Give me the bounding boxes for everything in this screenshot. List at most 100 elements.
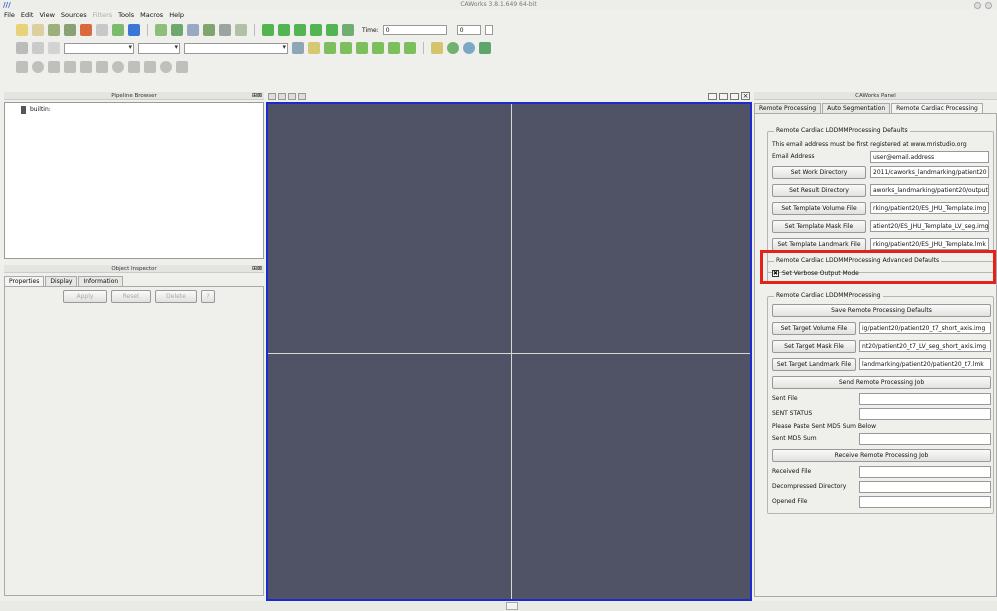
color-legend-icon[interactable] <box>16 42 28 54</box>
target-mask-field[interactable]: nt20/patient20_t7_LV_seg_short_axis.img <box>859 340 991 352</box>
filter-icon-4[interactable] <box>340 42 352 54</box>
tool-icon-10[interactable] <box>160 61 172 73</box>
tool-icon-3[interactable] <box>48 61 60 73</box>
interact-icon[interactable] <box>219 24 231 36</box>
template-mask-field[interactable]: atient20/ES_JHU_Template_LV_seg.img <box>870 220 989 232</box>
menu-tools[interactable]: Tools <box>118 10 134 20</box>
reset-camera-icon[interactable] <box>155 24 167 36</box>
tool-icon-4[interactable] <box>64 61 76 73</box>
result-directory-field[interactable]: aworks_landmarking/patient20/output <box>870 184 989 196</box>
set-result-directory-button[interactable]: Set Result Directory <box>772 184 866 197</box>
target-volume-field[interactable]: ig/patient20/patient20_t7_short_axis.img <box>859 322 991 334</box>
clip-icon[interactable] <box>463 42 475 54</box>
coloring-select[interactable] <box>64 42 134 54</box>
close-view-icon[interactable]: × <box>741 92 750 100</box>
contour-icon[interactable] <box>447 42 459 54</box>
tool-icon-6[interactable] <box>96 61 108 73</box>
send-job-button[interactable]: Send Remote Processing Job <box>772 376 991 389</box>
set-work-directory-button[interactable]: Set Work Directory <box>772 166 866 179</box>
set-template-mask-button[interactable]: Set Template Mask File <box>772 220 866 233</box>
memory-inspector-icon[interactable] <box>506 602 518 610</box>
tool-icon-9[interactable] <box>144 61 156 73</box>
tab-information[interactable]: Information <box>78 276 124 286</box>
menu-filters[interactable]: Filters <box>93 10 112 20</box>
decompressed-dir-field[interactable] <box>859 481 991 493</box>
filter-icon-8[interactable] <box>404 42 416 54</box>
last-frame-icon[interactable] <box>326 24 338 36</box>
sent-md5-field[interactable] <box>859 433 991 445</box>
tool-icon-1[interactable] <box>16 61 28 73</box>
menu-file[interactable]: File <box>4 10 15 20</box>
next-frame-icon[interactable] <box>310 24 322 36</box>
tab-display[interactable]: Display <box>45 276 78 286</box>
first-frame-icon[interactable] <box>262 24 274 36</box>
zoom-data-icon[interactable] <box>171 24 183 36</box>
view-icon-3[interactable] <box>288 93 296 100</box>
template-volume-field[interactable]: rking/patient20/ES_JHU_Template.img <box>870 202 989 214</box>
dock-float-close-icon[interactable]: ⊞⊠ <box>252 92 262 99</box>
filter-icon-1[interactable] <box>292 42 304 54</box>
target-landmark-field[interactable]: landmarking/patient20/patient20_t7.lmk <box>859 358 991 370</box>
menu-macros[interactable]: Macros <box>140 10 163 20</box>
representation-select[interactable] <box>184 42 288 54</box>
tool-icon-7[interactable] <box>112 61 124 73</box>
component-select[interactable] <box>138 42 180 54</box>
view-icon-1[interactable] <box>268 93 276 100</box>
loop-icon[interactable] <box>342 24 354 36</box>
pipeline-tree[interactable]: builtin: <box>4 102 264 259</box>
time-input[interactable]: 0 <box>382 25 447 35</box>
filter-icon-3[interactable] <box>324 42 336 54</box>
maximize-view-icon[interactable] <box>730 93 739 100</box>
menu-edit[interactable]: Edit <box>21 10 34 20</box>
connect-icon[interactable] <box>48 24 60 36</box>
camera-icon[interactable] <box>112 24 124 36</box>
spin-arrows-icon[interactable] <box>484 25 493 35</box>
set-target-landmark-button[interactable]: Set Target Landmark File <box>772 358 856 371</box>
sent-file-field[interactable] <box>859 393 991 405</box>
reset-button[interactable]: Reset <box>111 290 151 303</box>
set-template-volume-button[interactable]: Set Template Volume File <box>772 202 866 215</box>
undo-icon[interactable] <box>80 24 92 36</box>
tool-icon-5[interactable] <box>80 61 92 73</box>
tab-remote-processing[interactable]: Remote Processing <box>754 103 822 113</box>
save-icon[interactable] <box>32 24 44 36</box>
filter-icon-7[interactable] <box>388 42 400 54</box>
calculator-icon[interactable] <box>431 42 443 54</box>
split-vertical-icon[interactable] <box>719 93 728 100</box>
pick-center-icon[interactable] <box>203 24 215 36</box>
filter-icon-5[interactable] <box>356 42 368 54</box>
axes-icon[interactable] <box>235 24 247 36</box>
tool-icon-11[interactable] <box>176 61 188 73</box>
redo-icon[interactable] <box>96 24 108 36</box>
view-icon-2[interactable] <box>278 93 286 100</box>
tool-icon-8[interactable] <box>128 61 140 73</box>
open-icon[interactable] <box>16 24 28 36</box>
pipeline-root-item[interactable]: builtin: <box>30 106 51 113</box>
email-field[interactable]: user@email.address <box>870 151 989 163</box>
slice-icon[interactable] <box>479 42 491 54</box>
sent-status-field[interactable] <box>859 408 991 420</box>
dock-float-close-icon[interactable]: ⊞⊠ <box>252 265 262 272</box>
menu-view[interactable]: View <box>39 10 54 20</box>
edit-color-map-icon[interactable] <box>32 42 44 54</box>
tab-properties[interactable]: Properties <box>4 276 45 286</box>
disconnect-icon[interactable] <box>64 24 76 36</box>
help-icon[interactable] <box>128 24 140 36</box>
set-target-mask-button[interactable]: Set Target Mask File <box>772 340 856 353</box>
previous-frame-icon[interactable] <box>278 24 290 36</box>
work-directory-field[interactable]: 2011/caworks_landmarking/patient20 <box>870 166 989 178</box>
tab-auto-segmentation[interactable]: Auto Segmentation <box>822 103 891 113</box>
opened-file-field[interactable] <box>859 496 991 508</box>
receive-job-button[interactable]: Receive Remote Processing Job <box>772 449 991 462</box>
minimize-button[interactable] <box>974 2 981 9</box>
tool-icon-2[interactable] <box>32 61 44 73</box>
template-landmark-field[interactable]: rking/patient20/ES_JHU_Template.lmk <box>870 238 989 250</box>
set-target-volume-button[interactable]: Set Target Volume File <box>772 322 856 335</box>
rescale-icon[interactable] <box>48 42 60 54</box>
menu-help[interactable]: Help <box>169 10 184 20</box>
time-index-spinbox[interactable]: 0 <box>456 25 481 35</box>
menu-sources[interactable]: Sources <box>61 10 87 20</box>
filter-icon-2[interactable] <box>308 42 320 54</box>
save-defaults-button[interactable]: Save Remote Processing Defaults <box>772 304 991 317</box>
delete-button[interactable]: Delete <box>155 290 197 303</box>
